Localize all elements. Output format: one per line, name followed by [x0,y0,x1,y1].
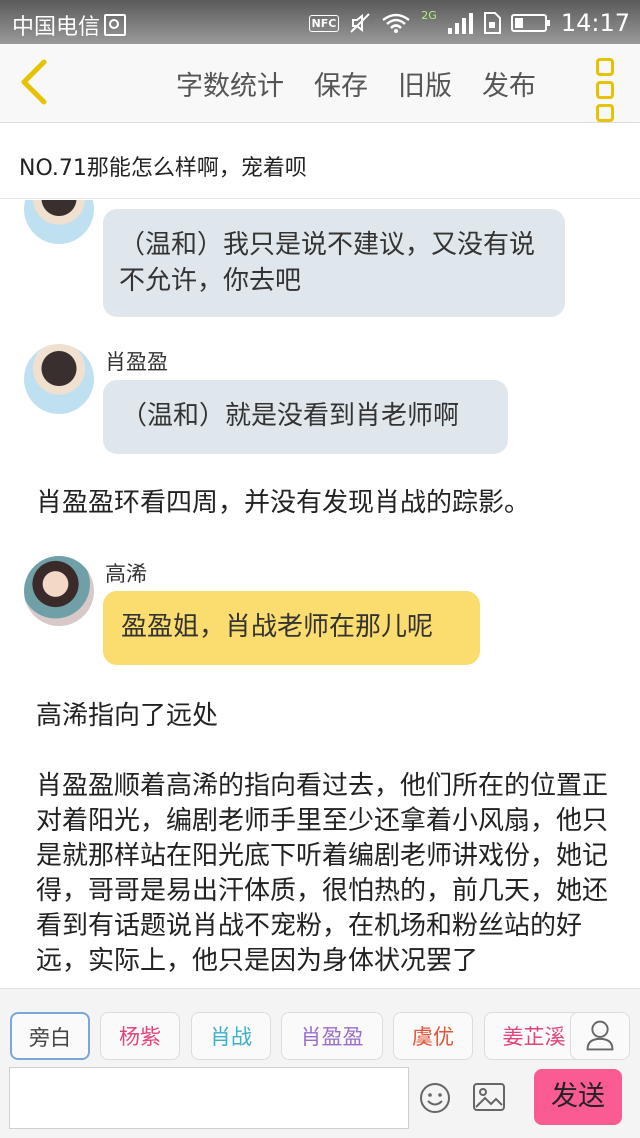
wifi-icon [382,13,411,33]
image-icon[interactable] [472,1082,506,1112]
character-chip[interactable]: 肖盈盈 [281,1012,383,1060]
character-chip-narrator[interactable]: 旁白 [10,1012,90,1060]
character-chip[interactable]: 肖战 [191,1012,271,1060]
person-icon [586,1020,614,1051]
avatar[interactable] [24,556,94,626]
back-button[interactable] [14,56,54,108]
save-button[interactable]: 保存 [314,64,368,103]
nfc-icon: NFC [308,14,340,32]
mute-icon [350,13,371,33]
narration-text[interactable]: 肖盈盈环看四周，并没有发现肖战的踪影。 [36,486,611,521]
carrier-name: 中国电信 [12,15,101,40]
gallery-notification-icon [104,14,127,36]
more-menu-icon[interactable] [592,58,618,122]
avatar[interactable] [24,200,94,244]
narration-text[interactable]: 肖盈盈顺着高浠的指向看过去，他们所在的位置正对着阳光，编剧老师手里至少还拿着小风… [36,769,611,979]
network-type-label: 2G [421,8,437,22]
avatar[interactable] [24,344,94,414]
sim-icon [483,12,501,34]
signal-icon [447,13,473,34]
dialogue-bubble[interactable]: 盈盈姐，肖战老师在那儿呢 [103,591,480,665]
status-icons: NFC 2G 14:17 [308,8,630,37]
word-count-button[interactable]: 字数统计 [176,64,284,103]
story-content: （温和）我只是说不建议，又没有说不允许，你去吧 肖盈盈 （温和）就是没看到肖老师… [0,200,640,988]
battery-icon [510,14,550,32]
character-chip[interactable]: 杨紫 [100,1012,180,1060]
narration-text[interactable]: 高浠指向了远处 [36,699,611,734]
speaker-name: 高浠 [105,562,147,586]
editor-toolbar: 字数统计 保存 旧版 发布 [0,44,640,123]
character-chip[interactable]: 虞优 [393,1012,473,1060]
speaker-name: 肖盈盈 [105,350,168,374]
status-bar: 中国电信 NFC 2G 14:17 [0,0,640,44]
character-selector: 旁白 杨紫 肖战 肖盈盈 虞优 姜芷溪 [0,988,640,1061]
old-version-button[interactable]: 旧版 [398,64,452,103]
dialogue-bubble[interactable]: （温和）就是没看到肖老师啊 [103,380,508,454]
input-bar: 发送 [0,1060,640,1138]
publish-button[interactable]: 发布 [482,64,536,103]
character-chip[interactable]: 姜芷溪 [484,1012,584,1060]
carrier: 中国电信 [12,9,127,41]
add-character-button[interactable] [570,1012,630,1060]
chapter-title: NO.71那能怎么样啊，宠着呗 [0,123,640,199]
dialogue-bubble[interactable]: （温和）我只是说不建议，又没有说不允许，你去吧 [103,209,565,317]
emoji-icon[interactable] [419,1082,451,1114]
clock: 14:17 [560,9,630,37]
message-input[interactable] [9,1067,409,1129]
toolbar-actions: 字数统计 保存 旧版 发布 [176,64,536,103]
send-button[interactable]: 发送 [534,1069,622,1125]
